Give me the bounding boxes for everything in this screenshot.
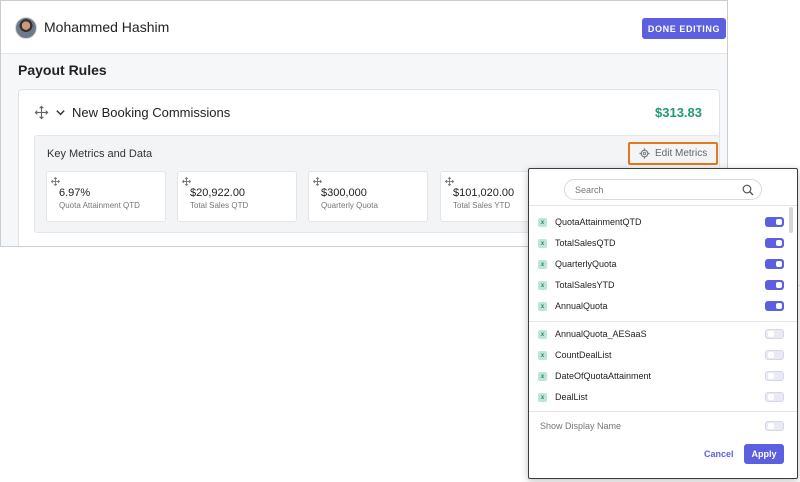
variable-icon: x [538,329,547,339]
edit-metrics-label: Edit Metrics [655,148,708,159]
avatar[interactable] [15,17,37,39]
edit-metrics-button[interactable]: Edit Metrics [628,142,718,165]
variable-icon: x [538,392,547,402]
show-display-name-toggle[interactable] [765,421,784,431]
metric-option-row[interactable]: x QuarterlyQuota [538,256,784,272]
metric-toggle[interactable] [765,301,784,311]
divider [529,411,797,412]
metric-option-row[interactable]: x AnnualQuota_AESaaS [538,326,784,342]
divider [529,321,797,322]
metric-value: $20,922.00 [190,187,246,199]
metric-value: 6.97% [59,187,91,199]
metric-toggle[interactable] [765,280,784,290]
metric-option-row[interactable]: x QuotaAttainmentQTD [538,214,784,230]
metric-toggle[interactable] [765,217,784,227]
metric-toggle[interactable] [765,259,784,269]
variable-icon: x [538,238,547,248]
metric-toggle[interactable] [765,329,784,339]
metric-option-row[interactable]: x DealList [538,389,784,405]
search-icon [742,184,754,196]
move-handle-icon[interactable] [34,105,49,120]
metric-option-label: QuarterlyQuota [555,259,617,269]
move-handle-icon[interactable] [445,177,454,186]
metric-toggle[interactable] [765,350,784,360]
rule-amount: $313.83 [655,105,702,120]
metric-option-row[interactable]: x TotalSalesYTD [538,277,784,293]
rule-name: New Booking Commissions [72,105,231,120]
metric-option-label: AnnualQuota_AESaaS [555,329,647,339]
variable-icon: x [538,280,547,290]
show-display-name-label: Show Display Name [540,421,622,431]
metric-toggle[interactable] [765,392,784,402]
search-box[interactable] [564,179,762,200]
gear-icon [639,148,650,159]
divider [529,205,797,206]
page-title: Payout Rules [18,62,107,78]
metric-option-row[interactable]: x AnnualQuota [538,298,784,314]
edit-metrics-popup: x QuotaAttainmentQTD x TotalSalesQTD x Q… [528,168,798,479]
chevron-down-icon[interactable] [55,107,66,118]
variable-icon: x [538,259,547,269]
done-editing-button[interactable]: DONE EDITING [642,18,726,39]
metric-card[interactable]: $300,000 Quarterly Quota [308,171,428,222]
metric-option-row[interactable]: x CountDealList [538,347,784,363]
scrollbar[interactable] [789,207,793,233]
apply-button[interactable]: Apply [744,444,784,464]
metric-label: Quota Attainment QTD [59,201,140,210]
metric-option-label: AnnualQuota [555,301,608,311]
metric-toggle[interactable] [765,371,784,381]
metric-option-label: DateOfQuotaAttainment [555,371,652,381]
move-handle-icon[interactable] [313,177,322,186]
metric-option-label: DealList [555,392,588,402]
metric-option-row[interactable]: x TotalSalesQTD [538,235,784,251]
variable-icon: x [538,350,547,360]
metric-label: Total Sales YTD [453,201,511,210]
metric-card[interactable]: $20,922.00 Total Sales QTD [177,171,297,222]
metric-option-label: TotalSalesQTD [555,238,616,248]
metric-option-row[interactable]: x DateOfQuotaAttainment [538,368,784,384]
move-handle-icon[interactable] [182,177,191,186]
metric-toggle[interactable] [765,238,784,248]
metric-value: $300,000 [321,187,367,199]
variable-icon: x [538,371,547,381]
user-name: Mohammed Hashim [44,19,170,35]
move-handle-icon[interactable] [51,177,60,186]
cancel-button[interactable]: Cancel [704,449,734,459]
metric-card[interactable]: 6.97% Quota Attainment QTD [46,171,166,222]
metric-value: $101,020.00 [453,187,515,199]
metric-option-label: CountDealList [555,350,612,360]
metric-label: Quarterly Quota [321,201,378,210]
top-bar: Mohammed Hashim DONE EDITING [1,1,727,54]
metric-label: Total Sales QTD [190,201,249,210]
metric-option-label: QuotaAttainmentQTD [555,217,642,227]
variable-icon: x [538,217,547,227]
variable-icon: x [538,301,547,311]
key-metrics-title: Key Metrics and Data [47,148,153,160]
search-input[interactable] [575,182,735,197]
metric-option-label: TotalSalesYTD [555,280,615,290]
